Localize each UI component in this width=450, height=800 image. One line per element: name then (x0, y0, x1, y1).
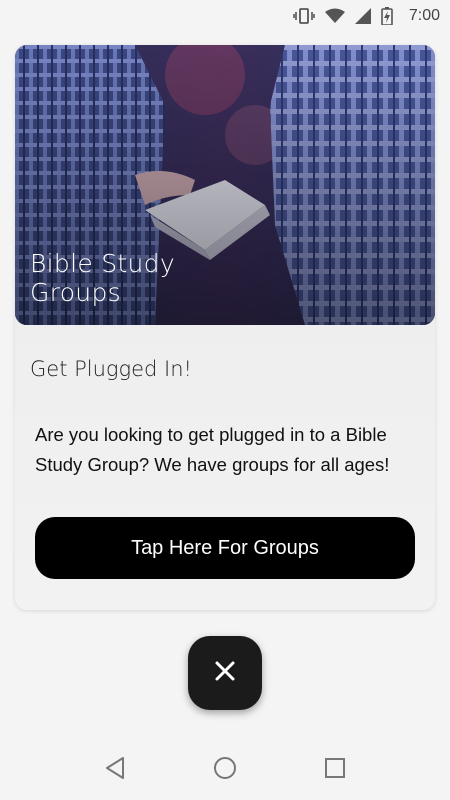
section-title: Get Plugged In! (30, 357, 192, 381)
close-icon (214, 660, 236, 687)
nav-home-button[interactable] (205, 750, 245, 790)
hero-image: Bible Study Groups (15, 45, 435, 325)
vibrate-icon (293, 8, 315, 24)
signal-icon (354, 8, 371, 24)
close-fab-button[interactable] (188, 636, 262, 710)
system-nav-bar (0, 740, 450, 800)
back-icon (104, 756, 126, 785)
battery-icon (381, 7, 393, 25)
recents-icon (324, 757, 346, 784)
wifi-icon (324, 8, 345, 24)
status-bar: 7:00 (0, 0, 450, 32)
bible-study-card: Bible Study Groups Get Plugged In! Are y… (15, 45, 435, 610)
home-icon (213, 756, 237, 785)
status-time: 7:00 (408, 7, 440, 24)
nav-recents-button[interactable] (315, 750, 355, 790)
cta-button-label: Tap Here For Groups (131, 536, 319, 559)
card-description: Are you looking to get plugged in to a B… (35, 424, 390, 475)
nav-back-button[interactable] (95, 750, 135, 790)
tap-here-for-groups-button[interactable]: Tap Here For Groups (35, 517, 415, 579)
hero-title: Bible Study Groups (30, 249, 175, 307)
